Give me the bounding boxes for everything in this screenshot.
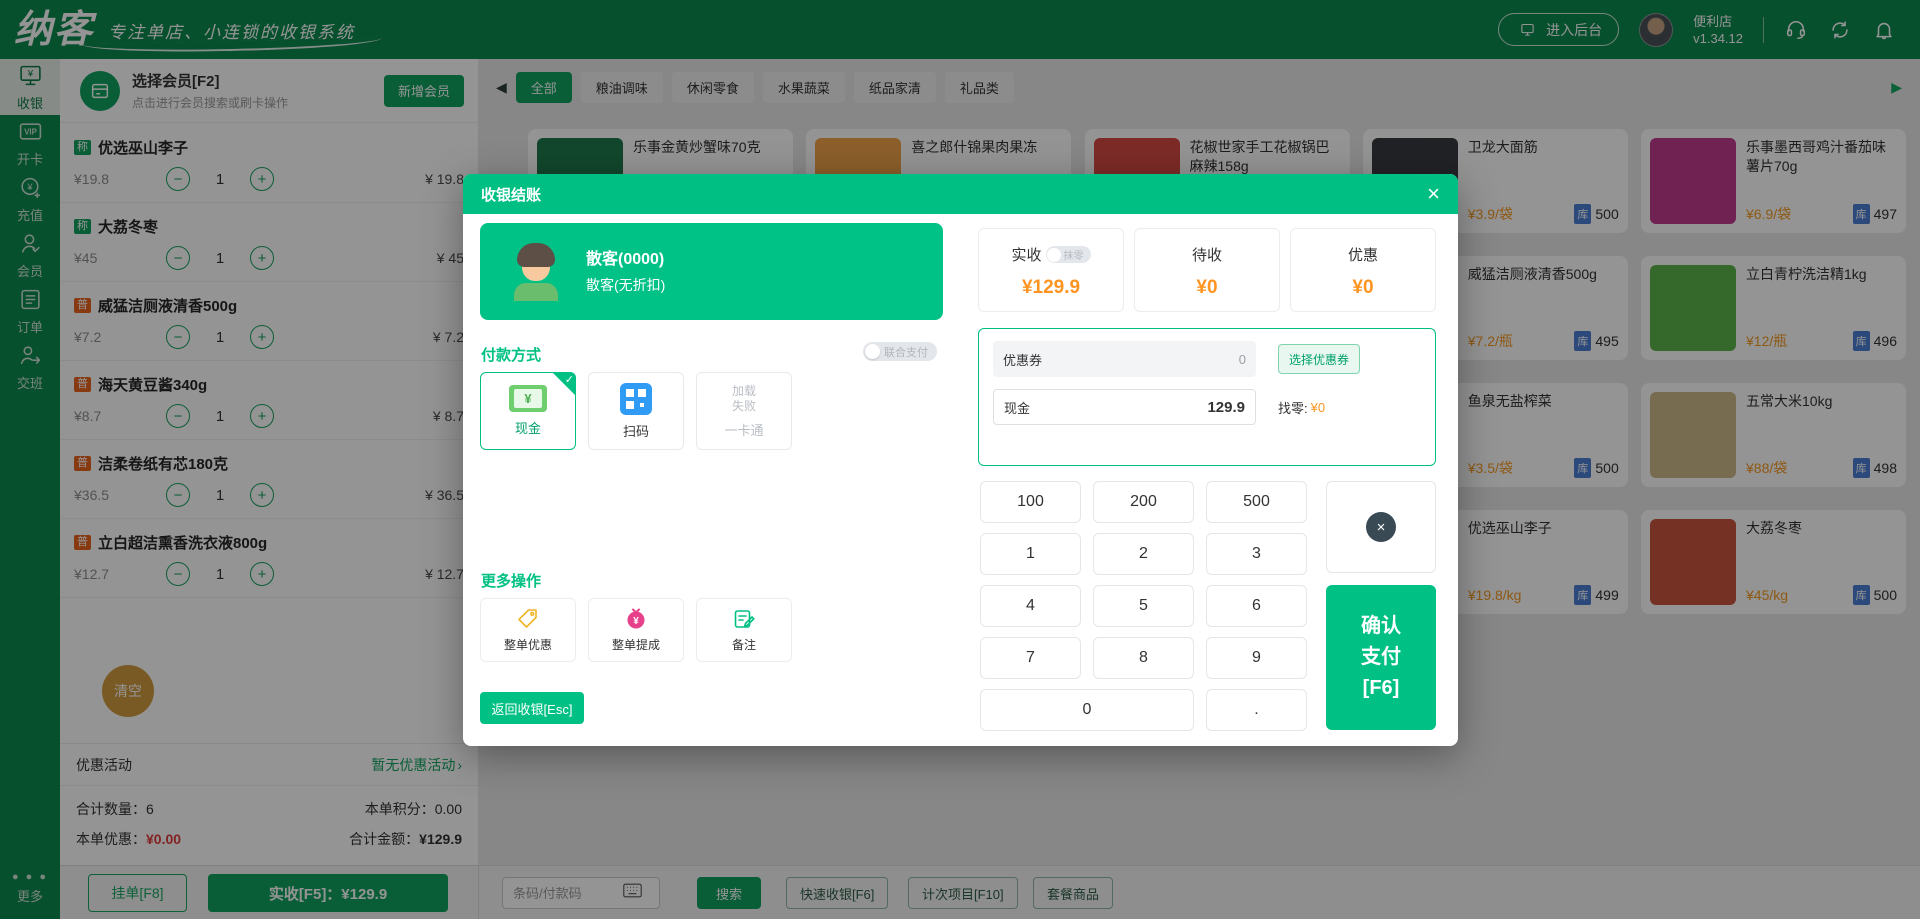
coupon-count: 0: [1238, 351, 1246, 367]
numpad-key-0[interactable]: 0: [980, 689, 1194, 731]
load-failed-text: 加载失败: [731, 383, 756, 413]
numpad-key-200[interactable]: 200: [1093, 481, 1194, 523]
numpad-key-5[interactable]: 5: [1093, 585, 1194, 627]
discount-value: ¥0: [1352, 277, 1374, 298]
numpad-key-2[interactable]: 2: [1093, 533, 1194, 575]
member-avatar: [506, 241, 566, 301]
numpad-key-100[interactable]: 100: [980, 481, 1081, 523]
action-label: 备注: [731, 638, 756, 652]
union-pay-label: 联合支付: [884, 346, 928, 359]
action-label: 整单提成: [611, 638, 660, 652]
pending-stat-card: 待收 ¥0: [1134, 228, 1280, 312]
received-value: ¥129.9: [1021, 277, 1081, 298]
checkout-modal: 收银结账 × 散客(0000) 散客(无折扣) 付款方式 联合支付 现金 ✓ 扫…: [463, 174, 1458, 746]
numpad-key-6[interactable]: 6: [1206, 585, 1307, 627]
toggle-knob: [1046, 247, 1061, 262]
numpad-key-1[interactable]: 1: [980, 533, 1081, 575]
pending-label: 待收: [1191, 247, 1222, 264]
union-pay-toggle[interactable]: 联合支付: [863, 342, 937, 361]
payment-section-label: 付款方式: [481, 347, 542, 364]
coupon-label: 优惠券: [1003, 352, 1043, 368]
svg-text:¥: ¥: [633, 616, 639, 627]
commission-icon: ¥: [627, 608, 645, 629]
back-to-cashier-button[interactable]: 返回收银[Esc]: [480, 692, 584, 724]
toggle-knob: [865, 344, 880, 359]
modal-title: 收银结账: [481, 186, 542, 204]
numpad-key-7[interactable]: 7: [980, 637, 1081, 679]
cash-amount-value: 129.9: [1207, 398, 1245, 416]
selected-check-icon: ✓: [552, 372, 576, 396]
numpad-key-dot[interactable]: .: [1206, 689, 1307, 731]
discount-label: 优惠: [1347, 247, 1378, 264]
coupon-row: 优惠券 0: [993, 341, 1256, 377]
action-label: 整单优惠: [503, 638, 552, 652]
numpad-key-3[interactable]: 3: [1206, 533, 1307, 575]
order-discount-action[interactable]: 整单优惠: [480, 598, 576, 662]
discount-tag-icon: [518, 609, 537, 628]
pending-value: ¥0: [1196, 277, 1218, 298]
confirm-pay-button[interactable]: 确认支付[F6]: [1326, 585, 1436, 730]
more-actions-label: 更多操作: [481, 573, 542, 590]
numpad-backspace-key[interactable]: ×: [1326, 481, 1436, 573]
payment-method-label: 扫码: [622, 423, 649, 439]
payment-method-onecard[interactable]: 加载失败 一卡通: [696, 372, 792, 450]
discount-stat-card: 优惠 ¥0: [1290, 228, 1436, 312]
member-card: 散客(0000) 散客(无折扣): [480, 223, 943, 320]
numpad-key-500[interactable]: 500: [1206, 481, 1307, 523]
change-value: ¥0: [1310, 399, 1326, 415]
round-off-label: 抹零: [1063, 251, 1084, 262]
note-pen-icon: [734, 610, 755, 628]
remark-action[interactable]: 备注: [696, 598, 792, 662]
order-commission-action[interactable]: ¥ 整单提成: [588, 598, 684, 662]
qr-scan-icon: [620, 382, 652, 415]
cash-label: 现金: [1004, 400, 1031, 416]
change-label: 找零:: [1278, 400, 1308, 416]
cash-amount-row[interactable]: 现金 129.9: [993, 389, 1256, 425]
cash-icon: [509, 385, 547, 412]
payment-method-label: 现金: [514, 421, 541, 436]
modal-header: 收银结账 ×: [463, 174, 1458, 214]
numpad-key-8[interactable]: 8: [1093, 637, 1194, 679]
payment-method-scan[interactable]: 扫码: [588, 372, 684, 450]
numpad-key-4[interactable]: 4: [980, 585, 1081, 627]
payment-method-label: 一卡通: [724, 422, 764, 438]
pos-app: 纳客 专注单店、小连锁的收银系统 进入后台 便利店 v1.34.12 ¥ 收银 …: [0, 0, 1920, 919]
close-icon[interactable]: ×: [1427, 183, 1440, 205]
numpad-key-9[interactable]: 9: [1206, 637, 1307, 679]
received-label: 实收: [1011, 247, 1042, 264]
select-coupon-button[interactable]: 选择优惠券: [1278, 344, 1361, 374]
round-off-toggle[interactable]: 抹零: [1045, 246, 1091, 263]
payment-method-cash[interactable]: 现金 ✓: [480, 372, 576, 450]
backspace-icon: ×: [1366, 512, 1396, 542]
member-level: 散客(无折扣): [586, 277, 666, 293]
payment-detail-box: 优惠券 0 选择优惠券 现金 129.9 找零: ¥0: [978, 328, 1436, 466]
received-stat-card: 实收 抹零 ¥129.9: [978, 228, 1124, 312]
member-name: 散客(0000): [586, 251, 665, 268]
